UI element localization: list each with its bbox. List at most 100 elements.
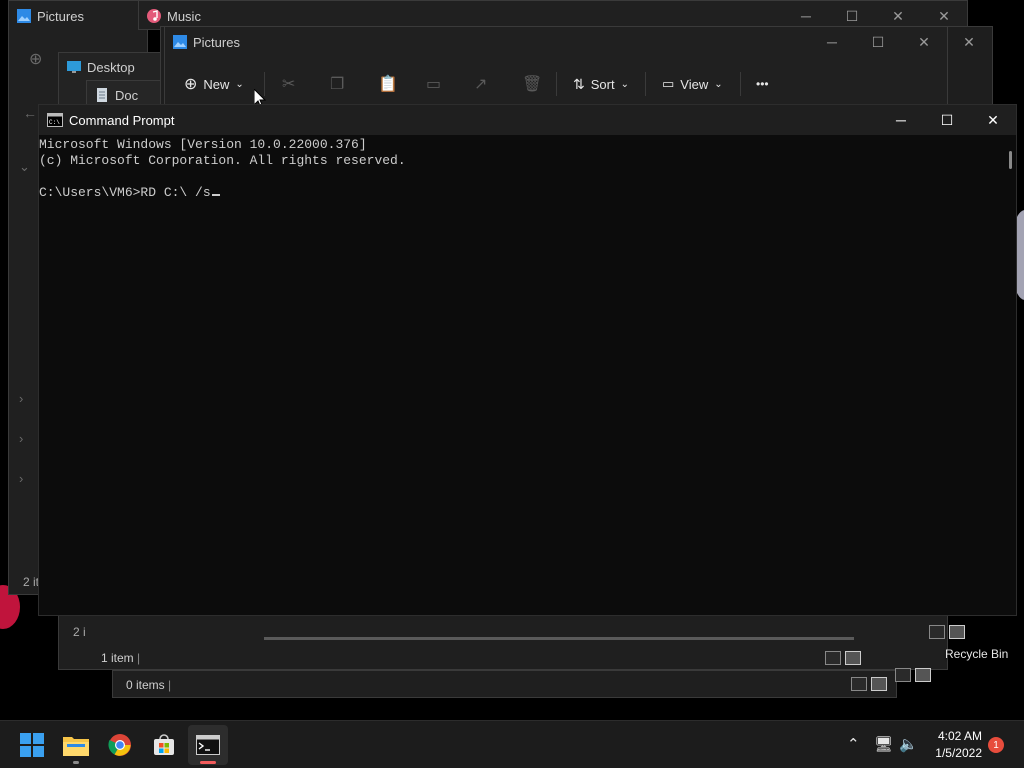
svg-text:C:\: C:\ [49, 119, 60, 126]
command-prompt-window[interactable]: C:\ Command Prompt ─ ☐ ✕ Microsoft Windo… [38, 104, 1017, 616]
pictures-icon [173, 35, 187, 49]
close-button[interactable]: ✕ [901, 27, 947, 57]
text-cursor [211, 194, 220, 196]
chevron-right-icon[interactable]: › [19, 431, 23, 446]
music-icon [147, 9, 161, 23]
notification-badge[interactable]: 1 [988, 737, 1004, 753]
new-icon: ⊕ [184, 76, 198, 93]
tiles-view-icon[interactable] [915, 668, 931, 682]
toolbar-divider [645, 72, 646, 96]
view-icon: ▭ [662, 76, 675, 91]
desktop-icon [67, 61, 81, 73]
more-icon: ••• [756, 77, 769, 91]
clock-time: 4:02 AM [937, 729, 982, 743]
view-switcher [929, 625, 965, 639]
details-view-icon[interactable] [929, 625, 945, 639]
caption-buttons: ─ ☐ ✕ [878, 105, 1016, 135]
view-switcher [895, 668, 931, 682]
new-button[interactable]: ⊕ New ⌄ [184, 70, 244, 98]
sort-button[interactable]: ⇅ Sort ⌄ [573, 70, 629, 98]
toolbar-divider [556, 72, 557, 96]
caption-buttons: ✕ [946, 27, 992, 57]
volume-icon[interactable]: 🔈 [899, 735, 918, 753]
clock-date: 1/5/2022 [935, 746, 982, 760]
new-icon[interactable]: ⊕ [29, 49, 42, 69]
horizontal-scrollbar[interactable] [264, 637, 854, 640]
details-view-icon[interactable] [895, 668, 911, 682]
rename-icon[interactable]: ▭ [426, 70, 441, 98]
prompt-text: C:\Users\VM6>RD C:\ /s [39, 185, 211, 200]
paste-icon[interactable]: 📋 [378, 70, 398, 98]
store-icon [154, 734, 174, 755]
console-output[interactable]: Microsoft Windows [Version 10.0.22000.37… [39, 137, 998, 615]
chevron-down-icon: ⌄ [714, 78, 723, 90]
toolbar-divider [740, 72, 741, 96]
taskbar: ⌃ 🖥 🔈 4:02 AM 1/5/2022 1 [0, 720, 1024, 768]
status-item-count: 0 items [126, 678, 165, 692]
chrome-button[interactable] [100, 725, 140, 765]
share-icon[interactable]: ↗ [474, 70, 487, 98]
delete-icon[interactable]: 🗑 [522, 70, 542, 98]
close-button[interactable]: ✕ [970, 105, 1016, 135]
view-switcher [851, 677, 887, 691]
new-label: New [203, 76, 230, 92]
cut-icon[interactable]: ✂ [282, 70, 295, 98]
store-button[interactable] [144, 725, 184, 765]
view-button[interactable]: ▭ View ⌄ [662, 70, 723, 98]
status-item-count: 1 item [101, 651, 134, 665]
sort-icon: ⇅ [573, 75, 585, 92]
status-text: 2 it [23, 575, 40, 589]
chevron-down-icon: ⌄ [235, 78, 244, 90]
window-title: Command Prompt [69, 112, 175, 128]
view-switcher [825, 651, 861, 665]
running-indicator [200, 761, 216, 764]
network-icon[interactable]: 🖥 [874, 735, 893, 753]
terminal-icon [196, 735, 220, 755]
command-prompt-icon: C:\ [47, 113, 63, 127]
vertical-scrollbar[interactable] [1009, 151, 1012, 169]
windows-logo-icon [20, 733, 44, 757]
recycle-bin-label[interactable]: Recycle Bin [945, 647, 1008, 661]
tiles-view-icon[interactable] [845, 651, 861, 665]
file-explorer-button[interactable] [56, 725, 96, 765]
copy-icon[interactable]: ❐ [330, 70, 344, 98]
details-view-icon[interactable] [825, 651, 841, 665]
tiles-view-icon[interactable] [871, 677, 887, 691]
window-title: Pictures [193, 34, 240, 50]
view-label: View [680, 76, 709, 92]
chevron-right-icon[interactable]: › [19, 471, 23, 486]
command-prompt-taskbar-button[interactable] [188, 725, 228, 765]
window-title: Doc [115, 87, 139, 103]
running-indicator [73, 761, 79, 764]
console-prompt-line[interactable]: C:\Users\VM6>RD C:\ /s [39, 185, 220, 201]
explorer-window-lower[interactable]: 0 items | [112, 670, 897, 698]
caption-buttons: ─ ☐ ✕ [809, 27, 947, 57]
minimize-button[interactable]: ─ [878, 105, 924, 135]
window-title: Music [167, 8, 201, 24]
titlebar[interactable]: Pictures [9, 1, 147, 31]
minimize-button[interactable]: ─ [809, 27, 855, 57]
chevron-down-icon[interactable]: ⌄ [19, 159, 30, 175]
window-title: Desktop [87, 59, 135, 75]
console-line: Microsoft Windows [Version 10.0.22000.37… [39, 137, 367, 152]
chevron-right-icon[interactable]: › [19, 391, 23, 406]
status-text: 2 i [73, 625, 86, 639]
more-options-button[interactable]: ••• [756, 70, 769, 98]
clock[interactable]: 4:02 AM 1/5/2022 [935, 728, 982, 762]
console-line: (c) Microsoft Corporation. All rights re… [39, 153, 406, 168]
close-button[interactable]: ✕ [946, 27, 992, 57]
item-count: 0 items | [126, 678, 172, 692]
window-title: Pictures [37, 8, 84, 24]
tiles-view-icon[interactable] [949, 625, 965, 639]
chrome-icon [108, 734, 131, 756]
chevron-down-icon: ⌄ [620, 78, 629, 90]
back-arrow-icon[interactable]: ← [23, 105, 37, 121]
start-button[interactable] [12, 725, 52, 765]
sort-label: Sort [590, 76, 615, 92]
maximize-button[interactable]: ☐ [855, 27, 901, 57]
document-icon [97, 88, 107, 102]
maximize-button[interactable]: ☐ [924, 105, 970, 135]
details-view-icon[interactable] [851, 677, 867, 691]
chevron-up-icon[interactable]: ⌃ [847, 735, 860, 753]
titlebar[interactable]: C:\ Command Prompt [39, 105, 1016, 135]
